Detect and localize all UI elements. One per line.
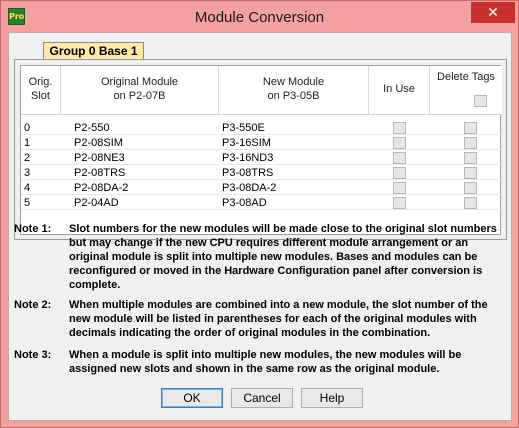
in-use-checkbox[interactable]: [393, 137, 406, 149]
header-delete-tags: Delete Tags: [430, 66, 502, 115]
close-icon: ✕: [487, 4, 499, 20]
delete-tags-checkbox[interactable]: [464, 182, 477, 194]
tab-group-0-base-1[interactable]: Group 0 Base 1: [43, 42, 144, 60]
table-row: 1 P2-08SIM P3-16SIM: [21, 136, 502, 150]
table-row: 0 P2-550 P3-550E: [21, 121, 502, 135]
in-use-checkbox[interactable]: [393, 167, 406, 179]
ok-button[interactable]: OK: [161, 388, 223, 408]
dialog-body: Group 0 Base 1 Orig. Slot Original Modul…: [8, 32, 512, 421]
table-row: 3 P2-08TRS P3-08TRS: [21, 166, 502, 180]
module-conversion-dialog: Pro Module Conversion ✕ Group 0 Base 1 O…: [0, 0, 519, 428]
module-grid: Orig. Slot Original Module on P2-07B New…: [20, 65, 502, 235]
table-row: 5 P2-04AD P3-08AD: [21, 196, 502, 210]
table-row: 2 P2-08NE3 P3-16ND3: [21, 151, 502, 165]
tab-panel: Orig. Slot Original Module on P2-07B New…: [14, 59, 507, 240]
in-use-checkbox[interactable]: [393, 122, 406, 134]
delete-tags-checkbox[interactable]: [464, 122, 477, 134]
delete-tags-checkbox[interactable]: [464, 197, 477, 209]
header-in-use: In Use: [369, 66, 430, 115]
header-original-module: Original Module on P2-07B: [61, 66, 219, 115]
header-new-module: New Module on P3-05B: [219, 66, 369, 115]
delete-tags-checkbox[interactable]: [464, 167, 477, 179]
delete-tags-all-checkbox[interactable]: [474, 95, 487, 107]
delete-tags-checkbox[interactable]: [464, 152, 477, 164]
close-button[interactable]: ✕: [471, 2, 515, 23]
title-bar: Pro Module Conversion ✕: [1, 1, 518, 32]
header-orig-slot: Orig. Slot: [21, 66, 61, 115]
cancel-button[interactable]: Cancel: [231, 388, 293, 408]
dialog-title: Module Conversion: [194, 9, 325, 26]
in-use-checkbox[interactable]: [393, 197, 406, 209]
delete-tags-checkbox[interactable]: [464, 137, 477, 149]
in-use-checkbox[interactable]: [393, 152, 406, 164]
in-use-checkbox[interactable]: [393, 182, 406, 194]
help-button[interactable]: Help: [301, 388, 363, 408]
table-row: 4 P2-08DA-2 P3-08DA-2: [21, 181, 502, 195]
